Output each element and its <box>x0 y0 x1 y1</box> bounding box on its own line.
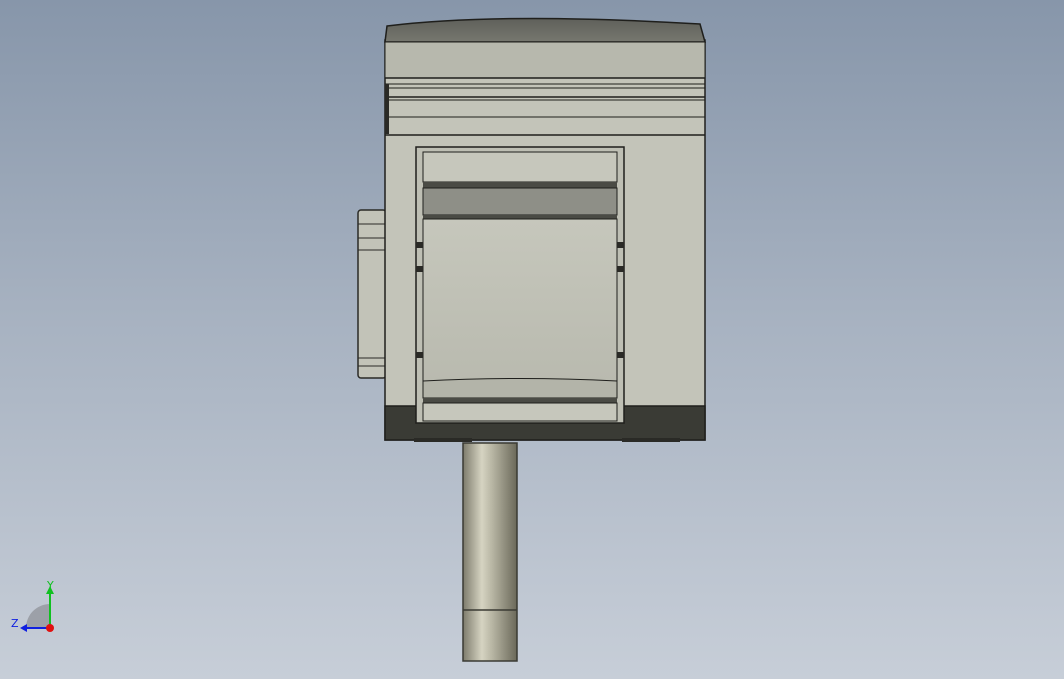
terminal-cover <box>415 146 625 424</box>
axis-triad: Y Z <box>8 578 68 638</box>
motor-model[interactable] <box>0 0 1064 679</box>
output-shaft <box>462 442 518 662</box>
3d-viewport[interactable]: Y Z <box>0 0 1064 679</box>
y-axis-label: Y <box>46 579 54 592</box>
z-axis-label: Z <box>11 617 19 630</box>
top-cap <box>384 17 706 43</box>
x-axis <box>46 624 54 632</box>
side-connector <box>357 209 387 379</box>
